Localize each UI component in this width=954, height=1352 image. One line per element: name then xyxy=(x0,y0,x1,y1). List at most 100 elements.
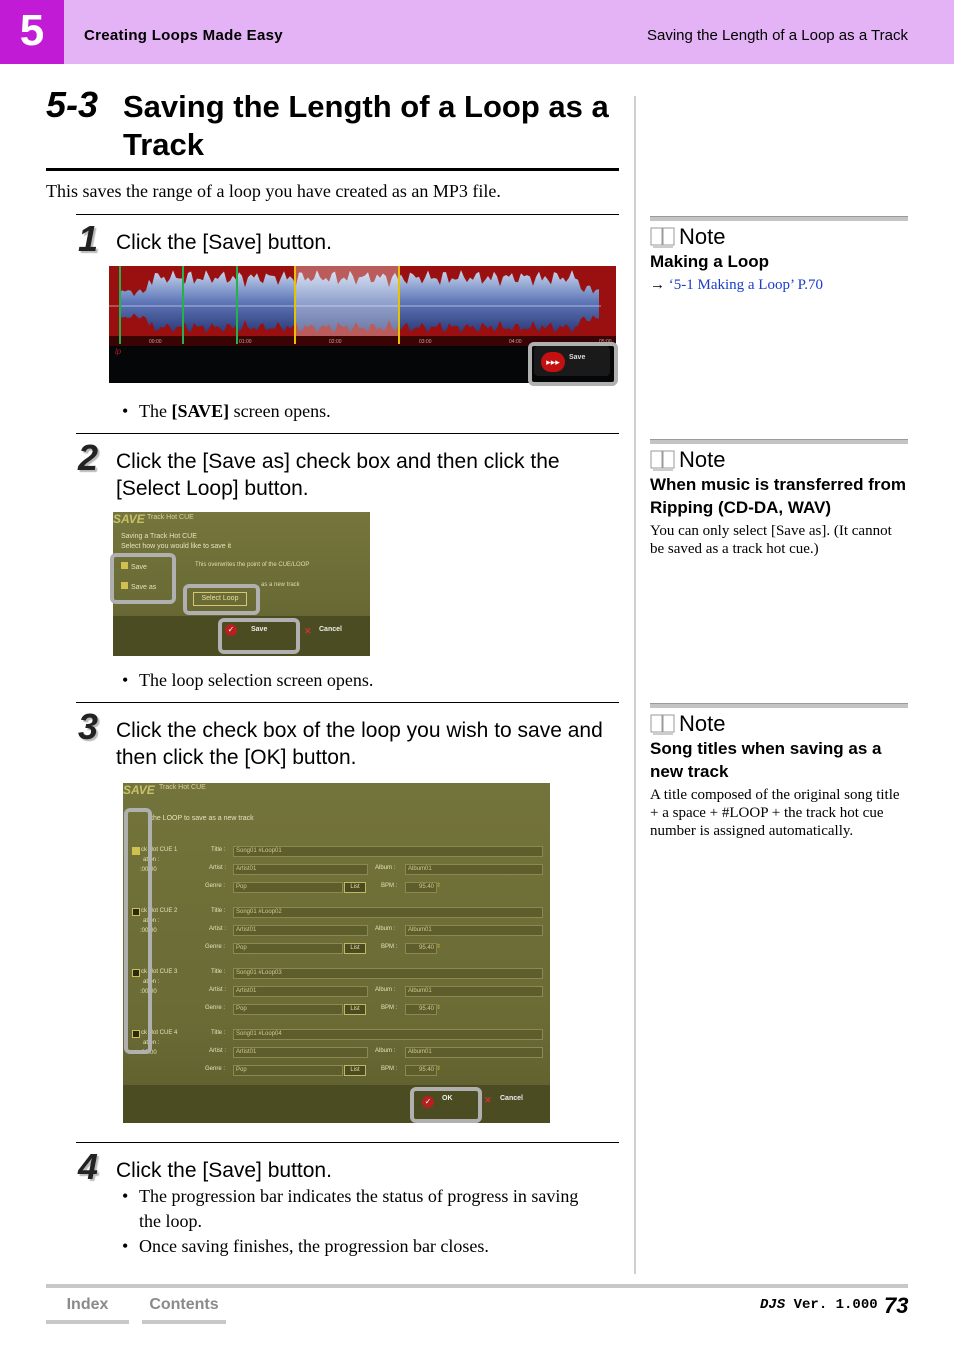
loop-row: ck Hot CUE 1 ation ::00.00 Title : Song01 #… xyxy=(123,845,550,903)
step-bullet: • The loop selection screen opens. xyxy=(122,670,374,690)
bpm-stepper-icon[interactable]: ⇕ xyxy=(436,1064,443,1075)
album-field[interactable]: Album01 xyxy=(405,986,543,997)
screenshot-loop-selection: SAVE Track Hot CUE the LOOP to save as a… xyxy=(123,783,550,1123)
note-label: Note xyxy=(679,711,726,736)
title-field[interactable]: Song01 #Loop04 xyxy=(233,1029,543,1040)
dialog-tab: Track Hot CUE xyxy=(147,514,194,521)
save-logo: SAVE xyxy=(123,783,155,797)
cancel-button[interactable]: Cancel xyxy=(319,626,342,633)
note-box: Note Song titles when saving as a new tr… xyxy=(650,703,908,840)
artist-field[interactable]: Artist01 xyxy=(233,986,368,997)
bpm-label: BPM : xyxy=(381,944,398,950)
note-box: Note When music is transferred from Ripp… xyxy=(650,439,908,558)
note-box: Note Making a Loop → ‘5-1 Making a Loop’… xyxy=(650,216,908,294)
dialog-line: Saving a Track Hot CUE xyxy=(121,533,197,540)
dialog-instruction: the LOOP to save as a new track xyxy=(151,815,254,822)
select-loop-highlight xyxy=(183,584,260,615)
chapter-number: 5 xyxy=(0,0,64,64)
bpm-stepper-icon[interactable]: ⇕ xyxy=(436,1003,443,1014)
section-number: 5-3 xyxy=(46,84,99,125)
album-field[interactable]: Album01 xyxy=(405,1047,543,1058)
chapter-title: Creating Loops Made Easy xyxy=(84,27,283,44)
album-field[interactable]: Album01 xyxy=(405,864,543,875)
save-button-highlight xyxy=(528,342,618,386)
time-tick-label: 01:00 xyxy=(239,339,252,345)
time-tick-label: 02:00 xyxy=(329,339,342,345)
book-icon xyxy=(650,449,676,471)
step-rule xyxy=(76,214,619,215)
step-bullet: • The progression bar indicates the statu… xyxy=(122,1186,579,1231)
artist-label: Artist : xyxy=(209,987,227,993)
list-button[interactable]: List xyxy=(344,943,366,954)
step-bullet: • The [SAVE] screen opens. xyxy=(122,401,331,421)
note-title: When music is transferred from Ripping (… xyxy=(650,475,907,517)
close-icon: ✕ xyxy=(484,1095,492,1105)
bpm-stepper-icon[interactable]: ⇕ xyxy=(436,942,443,953)
time-tick-label: 00:00 xyxy=(149,339,162,345)
bpm-field[interactable]: 95.40 xyxy=(405,1065,437,1076)
arrow-icon: → xyxy=(650,277,665,293)
close-icon: ✕ xyxy=(304,626,312,636)
bpm-stepper-icon[interactable]: ⇕ xyxy=(436,881,443,892)
section-title: Saving the Length of a Loop as a Track xyxy=(123,89,609,162)
genre-label: Genre : xyxy=(205,883,226,889)
bpm-label: BPM : xyxy=(381,1005,398,1011)
note-title: Song titles when saving as a new track xyxy=(650,739,882,781)
title-field[interactable]: Song01 #Loop03 xyxy=(233,968,543,979)
footer-rule xyxy=(46,1284,908,1288)
list-button[interactable]: List xyxy=(344,1065,366,1076)
checkbox-column-highlight xyxy=(124,808,152,1054)
save-logo: SAVE xyxy=(113,512,145,526)
step-rule xyxy=(76,433,619,434)
column-divider xyxy=(634,96,636,1274)
title-label: Title : xyxy=(211,847,226,853)
step-rule xyxy=(76,702,619,703)
album-field[interactable]: Album01 xyxy=(405,925,543,936)
genre-field[interactable]: Pop xyxy=(233,1004,343,1015)
note-label: Note xyxy=(679,447,726,472)
album-label: Album : xyxy=(375,987,396,993)
list-button[interactable]: List xyxy=(344,882,366,893)
title-label: Title : xyxy=(211,908,226,914)
dialog-line: Select how you would like to save it xyxy=(121,543,232,550)
genre-label: Genre : xyxy=(205,1005,226,1011)
artist-field[interactable]: Artist01 xyxy=(233,1047,368,1058)
step-number: 3 xyxy=(78,706,99,747)
save-highlight xyxy=(218,618,300,654)
step-text: Click the [Save as] check box and then c… xyxy=(116,450,560,500)
save-as-highlight xyxy=(110,553,176,604)
artist-field[interactable]: Artist01 xyxy=(233,925,368,936)
genre-label: Genre : xyxy=(205,1066,226,1072)
title-label: Title : xyxy=(211,969,226,975)
cancel-button[interactable]: Cancel xyxy=(500,1095,523,1102)
genre-label: Genre : xyxy=(205,944,226,950)
option-description: This overwrites the point of the CUE/LOO… xyxy=(195,562,310,568)
note-label: Note xyxy=(679,224,726,249)
svg-text:lp: lp xyxy=(115,347,122,356)
list-button[interactable]: List xyxy=(344,1004,366,1015)
book-icon xyxy=(650,713,676,735)
artist-label: Artist : xyxy=(209,1048,227,1054)
bpm-field[interactable]: 95.40 xyxy=(405,943,437,954)
bpm-field[interactable]: 95.40 xyxy=(405,1004,437,1015)
step-text: Click the [Save] button. xyxy=(116,1159,332,1182)
step-rule xyxy=(76,1142,619,1143)
bpm-label: BPM : xyxy=(381,883,398,889)
note-link[interactable]: ‘5-1 Making a Loop’ P.70 xyxy=(669,277,823,293)
artist-label: Artist : xyxy=(209,926,227,932)
version-label: DJS Ver. 1.000 xyxy=(760,1297,878,1313)
title-field[interactable]: Song01 #Loop02 xyxy=(233,907,543,918)
genre-field[interactable]: Pop xyxy=(233,882,343,893)
step-number: 4 xyxy=(78,1146,99,1187)
index-link[interactable]: Index xyxy=(46,1296,129,1324)
contents-link[interactable]: Contents xyxy=(142,1296,226,1324)
album-label: Album : xyxy=(375,926,396,932)
loop-row: ck Hot CUE 3 ation ::00.00 Title : Song01 #… xyxy=(123,967,550,1025)
genre-field[interactable]: Pop xyxy=(233,1065,343,1076)
title-field[interactable]: Song01 #Loop01 xyxy=(233,846,543,857)
time-tick-label: 04:00 xyxy=(509,339,522,345)
genre-field[interactable]: Pop xyxy=(233,943,343,954)
artist-field[interactable]: Artist01 xyxy=(233,864,368,875)
bpm-field[interactable]: 95.40 xyxy=(405,882,437,893)
artist-label: Artist : xyxy=(209,865,227,871)
